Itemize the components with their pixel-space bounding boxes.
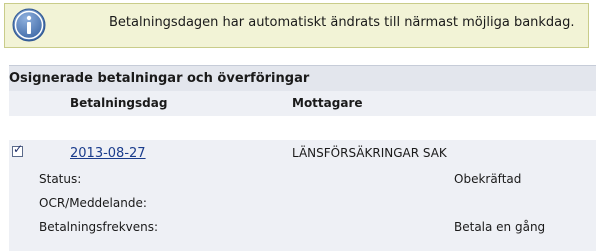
info-icon <box>12 8 46 42</box>
section-title: Osignerade betalningar och överföringar <box>9 71 310 86</box>
frequency-value: Betala en gång <box>454 220 546 234</box>
column-header-payee: Mottagare <box>292 96 363 110</box>
payment-date-link[interactable]: 2013-08-27 <box>70 146 146 161</box>
section-header: Osignerade betalningar och överföringar <box>9 65 596 91</box>
unsigned-payments-section: Osignerade betalningar och överföringar … <box>9 65 596 251</box>
info-message: Betalningsdagen har automatiskt ändrats … <box>109 15 575 30</box>
column-header-row: Betalningsdag Mottagare <box>9 91 596 116</box>
frequency-label: Betalningsfrekvens: <box>39 220 159 234</box>
payment-row: ✓ 2013-08-27 LÄNSFÖRSÄKRINGAR SAK Status… <box>9 140 596 251</box>
checkmark-icon: ✓ <box>13 142 24 156</box>
column-header-date: Betalningsdag <box>70 96 168 110</box>
info-banner: Betalningsdagen har automatiskt ändrats … <box>4 3 589 48</box>
spacer-row <box>9 116 596 140</box>
payment-payee: LÄNSFÖRSÄKRINGAR SAK <box>292 146 447 160</box>
ocr-label: OCR/Meddelande: <box>39 196 147 210</box>
status-label: Status: <box>39 172 82 186</box>
status-value: Obekräftad <box>454 172 522 186</box>
payment-select-checkbox[interactable]: ✓ <box>12 142 24 157</box>
